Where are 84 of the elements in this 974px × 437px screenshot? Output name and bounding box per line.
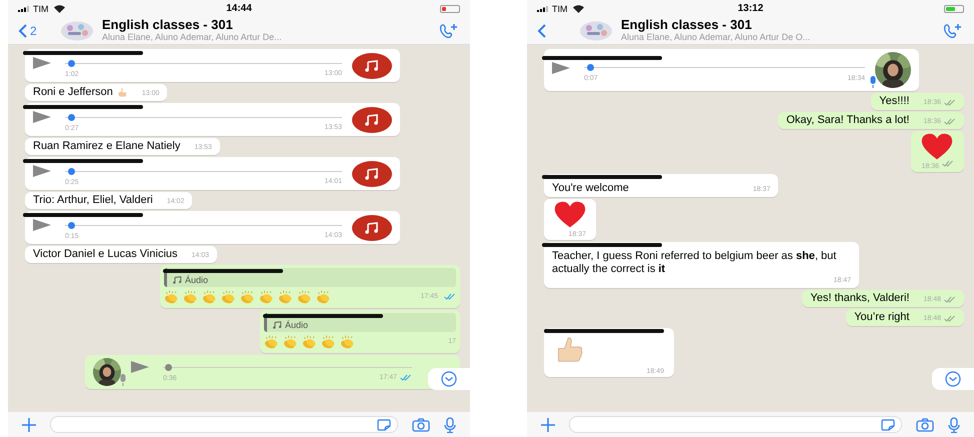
clapping-hands-icon bbox=[202, 289, 218, 305]
music-note-icon bbox=[352, 106, 392, 132]
slider-thumb[interactable] bbox=[68, 168, 75, 174]
carrier-name: TIM bbox=[552, 4, 568, 14]
play-icon[interactable] bbox=[552, 62, 570, 74]
camera-icon[interactable] bbox=[916, 418, 934, 432]
slider-thumb[interactable] bbox=[586, 64, 594, 71]
clapping-hands-icon bbox=[321, 334, 337, 350]
scroll-down-button[interactable] bbox=[932, 368, 974, 390]
slider-thumb[interactable] bbox=[68, 60, 75, 66]
clapping-hands-icon bbox=[297, 289, 313, 305]
music-note-icon bbox=[173, 276, 182, 284]
status-time: 14:44 bbox=[226, 3, 252, 14]
message-input-field[interactable] bbox=[569, 416, 902, 433]
quoted-message[interactable]: Áudio bbox=[164, 268, 456, 287]
clapping-hands-icon bbox=[221, 289, 237, 305]
microphone-icon bbox=[869, 76, 877, 88]
chat-title: English classes - 301 bbox=[102, 18, 234, 32]
slider-thumb[interactable] bbox=[68, 114, 75, 120]
clapping-hands-icon bbox=[302, 334, 318, 350]
sticker-icon[interactable] bbox=[377, 418, 391, 430]
back-icon bbox=[537, 24, 546, 38]
clapping-hands-icon bbox=[283, 334, 299, 350]
play-icon[interactable] bbox=[33, 111, 51, 123]
clapping-hands-icon bbox=[164, 289, 180, 305]
add-call-icon[interactable] bbox=[438, 22, 460, 38]
play-icon[interactable] bbox=[131, 361, 149, 373]
chevron-down-icon bbox=[945, 371, 961, 387]
chat-subtitle: Aluna Elane, Aluno Ademar, Aluno Artur De O... bbox=[621, 32, 812, 43]
music-note-icon bbox=[352, 214, 392, 240]
carrier-name: TIM bbox=[33, 4, 48, 14]
back-button[interactable]: 2 bbox=[18, 24, 52, 38]
sticker-icon[interactable] bbox=[881, 418, 895, 430]
clapping-hands-icon bbox=[240, 289, 256, 305]
message-text: Yes!!!! bbox=[879, 95, 910, 108]
status-time: 13:12 bbox=[738, 3, 764, 14]
heart-icon bbox=[554, 201, 586, 228]
wifi-icon bbox=[54, 4, 64, 12]
battery-icon bbox=[440, 4, 460, 12]
play-icon[interactable] bbox=[33, 219, 51, 231]
chat-subtitle: Aluna Elane, Aluno Ademar, Aluno Artur De... bbox=[102, 32, 283, 43]
heart-icon bbox=[921, 133, 954, 160]
microphone-icon bbox=[119, 374, 127, 386]
quote-label: Áudio bbox=[285, 320, 308, 330]
chevron-down-icon bbox=[441, 371, 457, 387]
signal-icon bbox=[18, 6, 30, 12]
plus-icon[interactable] bbox=[541, 418, 555, 432]
music-note-icon bbox=[273, 321, 282, 329]
slider-thumb[interactable] bbox=[164, 364, 172, 370]
message-text: Yes! thanks, Valderi! bbox=[810, 292, 910, 306]
music-note-icon bbox=[352, 160, 392, 186]
clapping-hands-icon bbox=[340, 334, 356, 350]
signal-icon bbox=[537, 6, 549, 12]
add-call-icon[interactable] bbox=[942, 22, 964, 38]
clapping-hands-icon bbox=[316, 289, 332, 305]
message-input-field[interactable] bbox=[50, 416, 398, 433]
message-text: Okay, Sara! Thanks a lot! bbox=[786, 114, 910, 127]
message-text: You're welcome bbox=[552, 182, 629, 196]
music-note-icon bbox=[352, 52, 392, 78]
camera-icon[interactable] bbox=[412, 418, 430, 432]
chat-title: English classes - 301 bbox=[621, 18, 753, 32]
quote-label: Áudio bbox=[185, 275, 208, 285]
message-text: Trio: Arthur, Eliel, Valderi bbox=[33, 194, 153, 207]
message-text: Roni e Jefferson bbox=[33, 86, 113, 99]
back-icon bbox=[18, 24, 27, 38]
play-icon[interactable] bbox=[33, 165, 51, 177]
battery-icon bbox=[944, 4, 964, 12]
microphone-icon[interactable] bbox=[444, 416, 456, 432]
wifi-icon bbox=[572, 4, 584, 12]
scroll-down-button[interactable] bbox=[428, 368, 470, 390]
clapping-hands-icon bbox=[259, 289, 275, 305]
quoted-message[interactable]: Áudio bbox=[264, 313, 456, 332]
slider-thumb[interactable] bbox=[68, 222, 75, 228]
pointing-hand-icon bbox=[116, 87, 128, 99]
message-text: You’re right bbox=[854, 311, 910, 324]
clapping-hands-icon bbox=[278, 289, 294, 305]
plus-icon[interactable] bbox=[22, 418, 36, 432]
message-text: Ruan Ramirez e Elane Natiely bbox=[33, 140, 180, 153]
play-icon[interactable] bbox=[33, 57, 51, 69]
message-text: Teacher, I guess Roni referred to belgium beer as she, but actually the correct is it bbox=[552, 250, 838, 276]
message-text: Victor Daniel e Lucas Vinicius bbox=[33, 248, 178, 261]
clapping-hands-icon bbox=[264, 334, 280, 350]
microphone-icon[interactable] bbox=[948, 416, 960, 432]
clapping-hands-icon bbox=[183, 289, 199, 305]
